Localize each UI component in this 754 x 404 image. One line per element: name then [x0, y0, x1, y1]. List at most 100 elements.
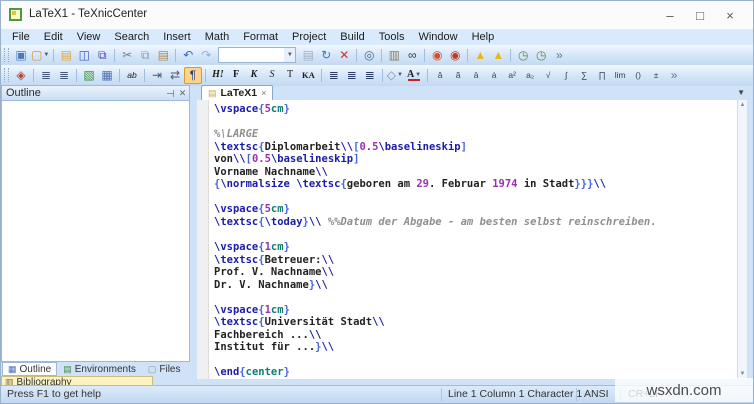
tab-outline[interactable]: ▦ Outline — [2, 362, 58, 376]
close-icon[interactable]: × — [715, 8, 745, 23]
code-editor[interactable]: \vspace{5cm} %\LARGE \textsc{Diplomarbeit… — [197, 100, 738, 379]
tab-label: Files — [159, 363, 181, 375]
scroll-up-icon[interactable]: ▲ — [738, 102, 747, 108]
menu-project[interactable]: Project — [285, 30, 333, 44]
previous-error-icon[interactable]: ◉ — [428, 47, 446, 64]
toolbar-separator — [381, 68, 383, 82]
cut-icon[interactable]: ✂ — [118, 47, 136, 64]
tab-files[interactable]: ▢ Files — [142, 362, 187, 376]
minimize-icon[interactable]: – — [655, 8, 685, 23]
outline-tree[interactable] — [1, 101, 190, 362]
tab-close-icon[interactable]: × — [261, 88, 266, 98]
toolbar2-grip[interactable] — [4, 68, 9, 82]
numbered-list-icon[interactable]: ≣ — [55, 67, 73, 84]
sqrt-icon[interactable]: √ — [539, 67, 557, 84]
accent-tilde-icon[interactable]: ã — [449, 67, 467, 84]
align-right-icon[interactable]: ≣ — [361, 67, 379, 84]
watermark: wsxdn.com — [615, 378, 753, 402]
toolbar1-options-icon[interactable]: » — [550, 47, 568, 64]
menu-format[interactable]: Format — [236, 30, 285, 44]
tab-label: Outline — [19, 363, 52, 375]
panel-close-icon[interactable]: ✕ — [176, 88, 189, 99]
label-icon[interactable]: ab — [123, 67, 141, 84]
background-color-icon[interactable]: ◇ ▼ — [386, 67, 404, 84]
menu-window[interactable]: Window — [411, 30, 464, 44]
previous-warning-icon[interactable]: ▲ — [471, 47, 489, 64]
subscript-icon[interactable]: a₂ — [521, 67, 539, 84]
menu-insert[interactable]: Insert — [156, 30, 198, 44]
integral-icon[interactable]: ∫ — [557, 67, 575, 84]
pin-icon[interactable]: ⊤ — [164, 87, 175, 100]
build-profile-combo[interactable]: ▼ — [218, 47, 297, 63]
menu-file[interactable]: File — [5, 30, 37, 44]
plus-minus-icon[interactable]: ± — [647, 67, 665, 84]
align-left-icon[interactable]: ≣ — [325, 67, 343, 84]
combo-dropdown-icon[interactable]: ▼ — [284, 48, 296, 62]
toolbar1-grip[interactable] — [4, 48, 9, 62]
build-icon[interactable]: ▤ — [299, 47, 317, 64]
save-icon[interactable]: ◫ — [75, 47, 93, 64]
build-view-icon[interactable]: ↻ — [317, 47, 335, 64]
smallcaps-button[interactable]: KA — [299, 67, 318, 84]
redo-icon[interactable]: ↷ — [197, 47, 215, 64]
insert-image-icon[interactable]: ▧ — [80, 67, 98, 84]
italic-button[interactable]: K — [245, 67, 263, 84]
bold-button[interactable]: F — [227, 67, 245, 84]
menu-tools[interactable]: Tools — [372, 30, 412, 44]
insert-table-icon[interactable]: ▦ — [98, 67, 116, 84]
align-center-icon[interactable]: ≣ — [343, 67, 361, 84]
accent-hat-icon[interactable]: â — [431, 67, 449, 84]
stop-build-icon[interactable]: ✕ — [335, 47, 353, 64]
toolbar2-options-icon[interactable]: » — [665, 67, 683, 84]
status-help-text: Press F1 to get help — [7, 388, 101, 400]
vertical-scrollbar[interactable]: ▲ ▼ — [737, 100, 747, 379]
undo-icon[interactable]: ↶ — [179, 47, 197, 64]
menu-build[interactable]: Build — [333, 30, 371, 44]
typewriter-button[interactable]: T — [281, 67, 299, 84]
next-warning-icon[interactable]: ▲ — [489, 47, 507, 64]
tab-environments[interactable]: ▤ Environments — [57, 362, 142, 376]
menu-edit[interactable]: Edit — [37, 30, 70, 44]
product-icon[interactable]: ∏ — [593, 67, 611, 84]
wrap-icon[interactable]: ⇄ — [166, 67, 184, 84]
sum-icon[interactable]: ∑ — [575, 67, 593, 84]
new-document-icon[interactable]: ▢ ▼ — [30, 47, 50, 64]
menu-view[interactable]: View — [70, 30, 108, 44]
previous-badbox-icon[interactable]: ◷ — [514, 47, 532, 64]
copy-icon[interactable]: ⧉ — [136, 47, 154, 64]
format-marks-toggle[interactable]: ¶ — [184, 66, 202, 84]
superscript-icon[interactable]: a² — [503, 67, 521, 84]
tab-latex1[interactable]: ▤ LaTeX1 × — [201, 85, 274, 100]
preview-icon[interactable]: ◎ — [360, 47, 378, 64]
scroll-down-icon[interactable]: ▼ — [738, 371, 747, 377]
new-project-icon[interactable]: ▣ — [12, 47, 30, 64]
next-badbox-icon[interactable]: ◷ — [532, 47, 550, 64]
font-color-icon[interactable]: A ▼ — [404, 67, 424, 84]
build-profile-combo-input[interactable] — [219, 48, 285, 62]
document-list-dropdown-icon[interactable]: ▼ — [737, 88, 745, 97]
bullet-list-icon[interactable]: ≣ — [37, 67, 55, 84]
indent-icon[interactable]: ⇥ — [148, 67, 166, 84]
next-error-icon[interactable]: ◉ — [446, 47, 464, 64]
open-file-icon[interactable]: ▤ — [57, 47, 75, 64]
paste-icon[interactable]: ▤ — [154, 47, 172, 64]
emphasize-button[interactable]: H! — [209, 67, 227, 84]
slanted-button[interactable]: S — [263, 67, 281, 84]
new-environment-icon[interactable]: ◈ — [12, 67, 30, 84]
outline-panel: Outline ⊤ ✕ — [1, 85, 190, 362]
menu-math[interactable]: Math — [198, 30, 236, 44]
menu-help[interactable]: Help — [465, 30, 502, 44]
maximize-icon[interactable]: □ — [685, 8, 715, 23]
save-all-icon[interactable]: ⧉ — [93, 47, 111, 64]
code-line: Dr. V. Nachname}\\ — [214, 278, 328, 291]
view-toc-icon[interactable]: ▥ — [385, 47, 403, 64]
menu-search[interactable]: Search — [107, 30, 156, 44]
toolbar-separator — [205, 68, 206, 82]
parentheses-icon[interactable]: () — [629, 67, 647, 84]
accent-dot-icon[interactable]: ȧ — [485, 67, 503, 84]
find-in-files-icon[interactable]: ∞ — [403, 47, 421, 64]
limit-icon[interactable]: lim — [611, 67, 629, 84]
code-line: Prof. V. Nachname\\ — [214, 266, 335, 279]
accent-bar-icon[interactable]: ā — [467, 67, 485, 84]
